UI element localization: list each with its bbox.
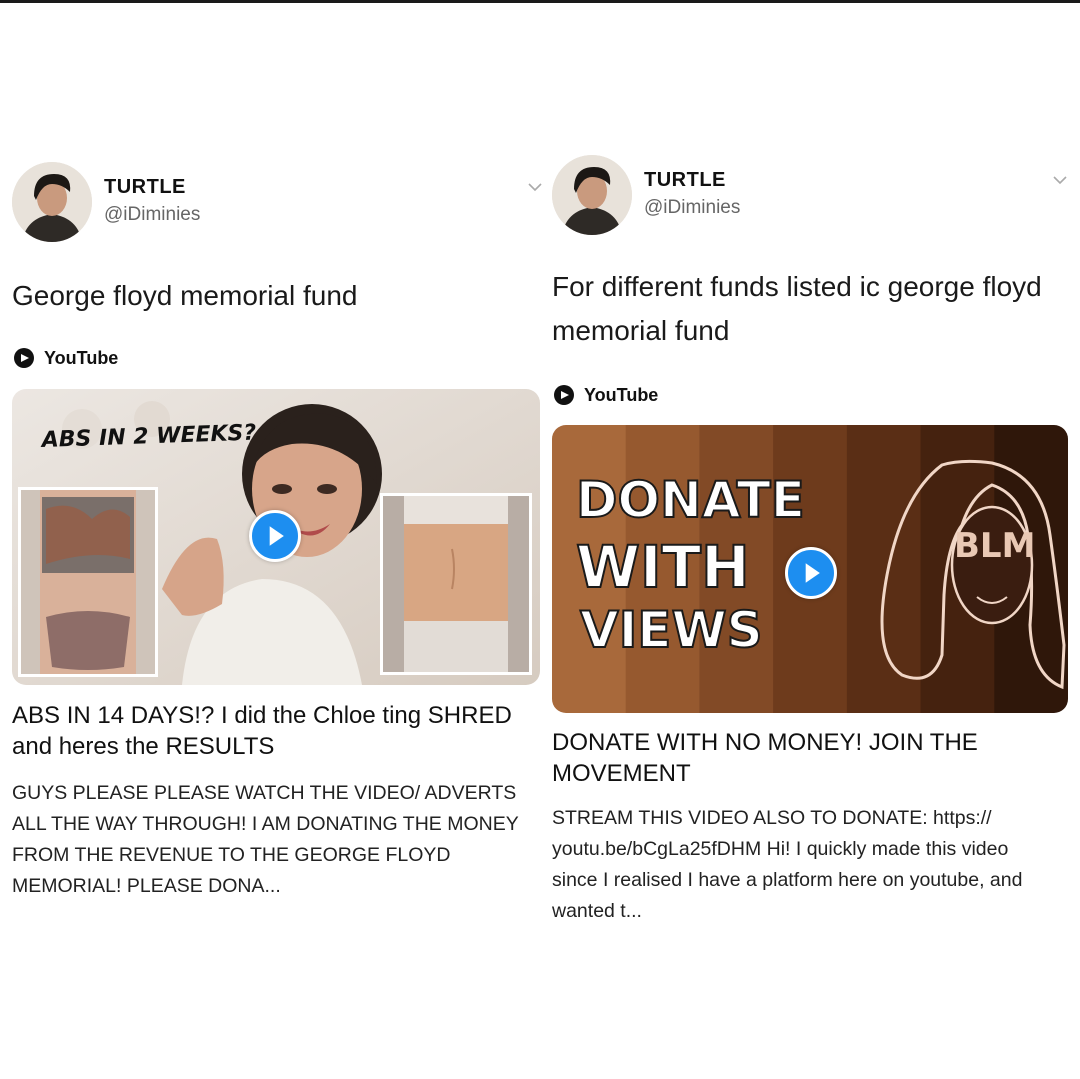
display-name[interactable]: TURTLE [644,169,726,192]
user-handle[interactable]: @iDiminies [104,204,200,226]
play-icon [269,526,284,546]
card-description: GUYS PLEASE PLEASE WATCH THE VIDEO/ ADVE… [12,782,519,897]
avatar[interactable] [552,155,632,235]
youtube-icon [14,348,34,368]
play-button[interactable] [249,510,301,562]
stripe [846,425,922,713]
youtube-icon [554,385,574,405]
card-title[interactable]: ABS IN 14 DAYS!? I did the Chloe ting SH… [12,700,532,762]
avatar[interactable] [12,162,92,242]
link-source[interactable]: YouTube [12,346,118,370]
chevron-down-icon[interactable] [527,182,543,192]
tweet-text: For different funds listed ic george flo… [552,271,1042,346]
thumbnail-line-1: DONATE [576,471,805,529]
play-button[interactable] [785,547,837,599]
card-description: STREAM THIS VIDEO ALSO TO DONATE: https:… [552,807,1023,922]
link-source[interactable]: YouTube [552,383,658,407]
chevron-down-icon[interactable] [1052,175,1068,185]
video-thumbnail[interactable]: BLM DONATE WITH VIEWS [552,425,1068,713]
user-handle[interactable]: @iDiminies [644,197,740,219]
blm-badge: BLM [954,526,1035,566]
display-name[interactable]: TURTLE [104,176,186,199]
source-label: YouTube [584,384,659,405]
video-thumbnail[interactable]: ABS IN 2 WEEKS? [12,389,540,685]
tweet-text: George floyd memorial fund [12,280,358,311]
source-label: YouTube [44,347,119,368]
card-title[interactable]: DONATE WITH NO MONEY! JOIN THE MOVEMENT [552,727,1052,789]
thumbnail-line-3: VIEWS [580,601,763,659]
play-icon [805,563,820,583]
top-border [0,0,1080,3]
thumbnail-line-2: WITH [576,533,750,601]
